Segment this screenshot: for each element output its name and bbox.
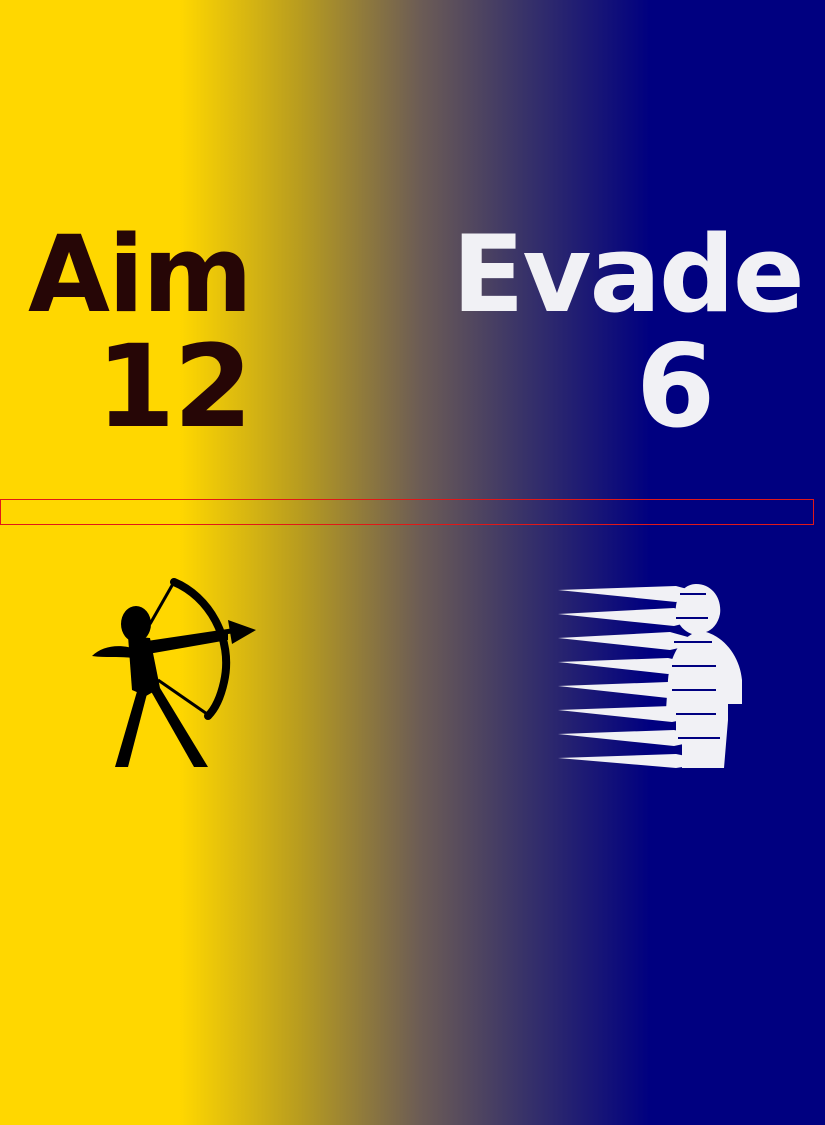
stat-card: Aim 12 Evade 6 xyxy=(0,0,825,1125)
evade-icon xyxy=(556,580,746,770)
aim-value: 12 xyxy=(96,320,253,453)
aim-label: Aim xyxy=(28,213,253,336)
evade-label: Evade xyxy=(452,213,805,336)
evade-value: 6 xyxy=(636,320,715,453)
divider-bar xyxy=(0,499,814,525)
archer-icon xyxy=(88,578,260,770)
